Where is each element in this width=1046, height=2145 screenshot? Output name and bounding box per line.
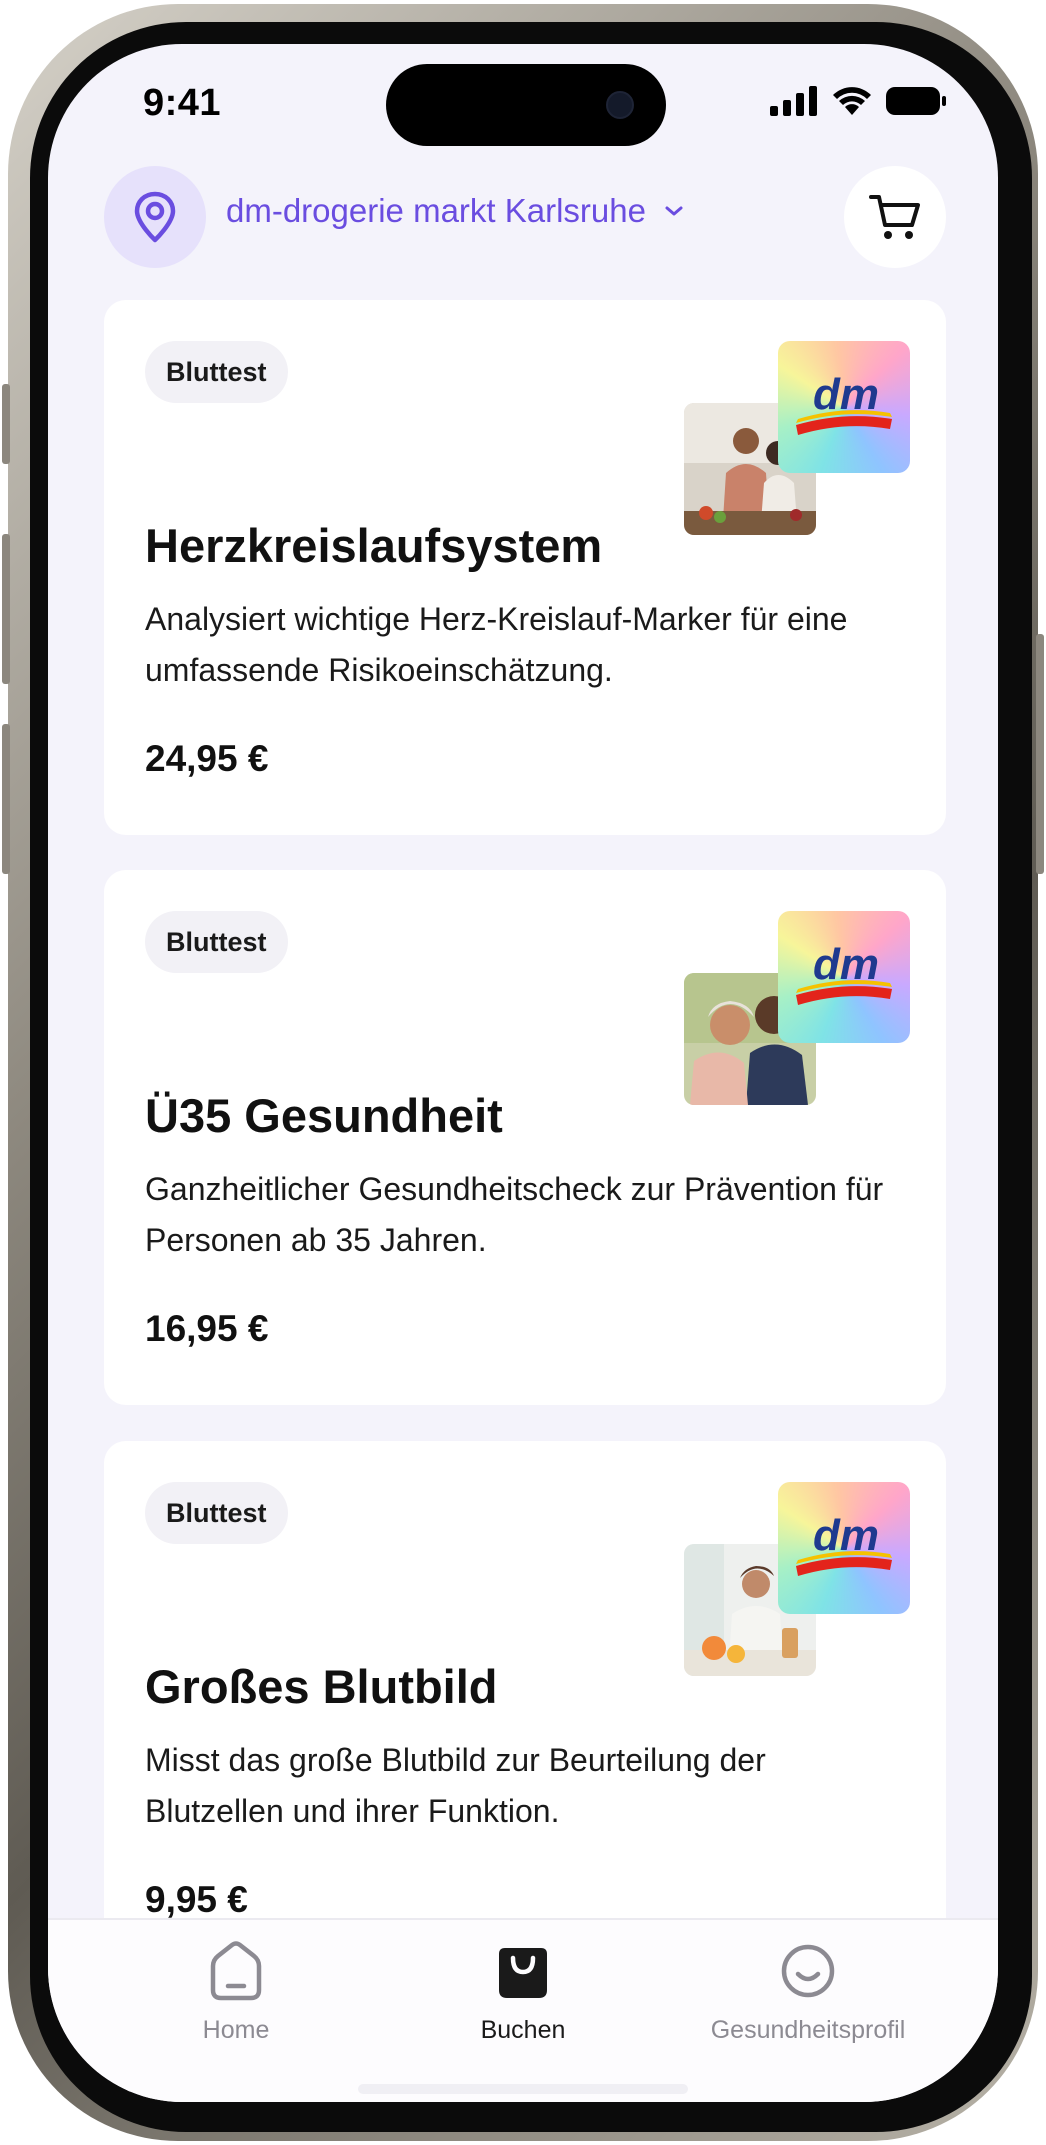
dm-logo: dm	[778, 341, 910, 473]
card-price: 24,95 €	[145, 738, 269, 779]
status-time: 9:41	[143, 82, 222, 124]
location-button[interactable]	[104, 166, 206, 268]
smiley-icon	[781, 1944, 835, 1998]
home-icon	[210, 1941, 262, 2001]
tab-buchen[interactable]: Buchen	[393, 1940, 653, 2045]
test-card[interactable]: Bluttest dm Ü35 Gesundheit Ganzheitliche…	[104, 870, 946, 1405]
wifi-icon	[833, 87, 871, 115]
card-title: Großes Blutbild	[145, 1660, 498, 1713]
card-title: Herzkreislaufsystem	[145, 519, 603, 572]
card-description: Misst das große Blutbild zur Beurteilung…	[145, 1742, 766, 1829]
volume-down-button	[2, 724, 10, 874]
card-price: 9,95 €	[145, 1879, 248, 1920]
cart-icon	[869, 195, 920, 239]
status-icons	[770, 86, 946, 116]
dm-logo: dm	[778, 911, 910, 1043]
card-price: 16,95 €	[145, 1308, 269, 1349]
dynamic-island	[386, 64, 666, 146]
card-description: Ganzheitlicher Gesundheitscheck zur Präv…	[145, 1171, 884, 1258]
category-badge: Bluttest	[145, 1482, 288, 1544]
dm-logo: dm	[778, 1482, 910, 1614]
store-selector[interactable]: dm-drogerie markt Karlsruhe	[226, 192, 684, 230]
tab-label: Gesundheitsprofil	[710, 2016, 906, 2044]
category-badge: Bluttest	[145, 911, 288, 973]
power-button	[1036, 634, 1044, 874]
shopping-bag-icon	[499, 1948, 547, 1998]
action-button	[2, 384, 10, 464]
tab-label: Buchen	[480, 2016, 566, 2044]
cart-button[interactable]	[844, 166, 946, 268]
card-description: Analysiert wichtige Herz-Kreislauf-Marke…	[145, 601, 848, 688]
tab-label: Home	[202, 2016, 270, 2044]
tab-gesundheitsprofil[interactable]: Gesundheitsprofil	[678, 1940, 938, 2045]
store-name: dm-drogerie markt Karlsruhe	[226, 192, 646, 229]
test-card[interactable]: Bluttest dm Herzkreislaufsystem Analysie…	[104, 300, 946, 835]
signal-icon	[770, 86, 817, 116]
category-badge: Bluttest	[145, 341, 288, 403]
app-screen: 9:41 dm-drogerie markt Karlsruhe Bluttes…	[48, 44, 998, 2102]
volume-up-button	[2, 534, 10, 684]
bottom-tab-bar: Home Buchen Gesundheitsprofil	[48, 1918, 998, 2102]
test-card[interactable]: Bluttest dm Großes Blutbild Misst das gr…	[104, 1441, 946, 1976]
battery-icon	[886, 87, 946, 115]
location-pin-icon	[134, 191, 176, 243]
home-indicator	[358, 2084, 688, 2094]
chevron-down-icon	[665, 206, 683, 216]
tab-home[interactable]: Home	[106, 1940, 366, 2045]
card-title: Ü35 Gesundheit	[145, 1089, 503, 1142]
camera-icon	[606, 91, 634, 119]
